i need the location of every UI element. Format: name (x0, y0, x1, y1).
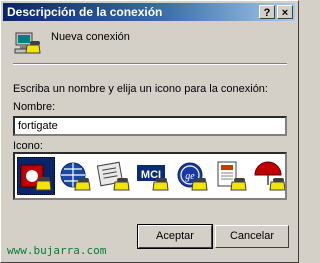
mci-logo-icon[interactable]: MCI (134, 157, 172, 195)
ge-logo-icon[interactable]: ge (173, 157, 211, 195)
name-input[interactable] (13, 116, 287, 136)
window-title: Descripción de la conexión (7, 5, 163, 19)
connection-description-dialog: Descripción de la conexión ? × Nueva con… (0, 0, 299, 263)
accept-button[interactable]: Aceptar (137, 224, 213, 249)
red-phone-icon[interactable] (17, 157, 55, 195)
help-button[interactable]: ? (259, 5, 275, 19)
umbrella-phone-icon[interactable] (251, 157, 285, 195)
icon-label: Icono: (13, 140, 43, 152)
connection-name-display: Nueva conexión (51, 31, 130, 43)
svg-text:ge: ge (185, 171, 195, 182)
document-phone-icon[interactable] (212, 157, 250, 195)
watermark: www.bujarra.com (7, 244, 107, 257)
divider (13, 63, 287, 65)
instruction-text: Escriba un nombre y elija un icono para … (13, 83, 268, 95)
globe-phone-icon[interactable] (56, 157, 94, 195)
close-button[interactable]: × (277, 5, 293, 19)
cancel-button[interactable]: Cancelar (215, 225, 289, 248)
newspaper-phone-icon[interactable] (95, 157, 133, 195)
network-computer-phone-icon (13, 29, 43, 59)
name-label: Nombre: (13, 101, 56, 113)
title-bar[interactable]: Descripción de la conexión ? × (3, 3, 295, 21)
icon-list[interactable]: MCI ge (13, 152, 287, 200)
